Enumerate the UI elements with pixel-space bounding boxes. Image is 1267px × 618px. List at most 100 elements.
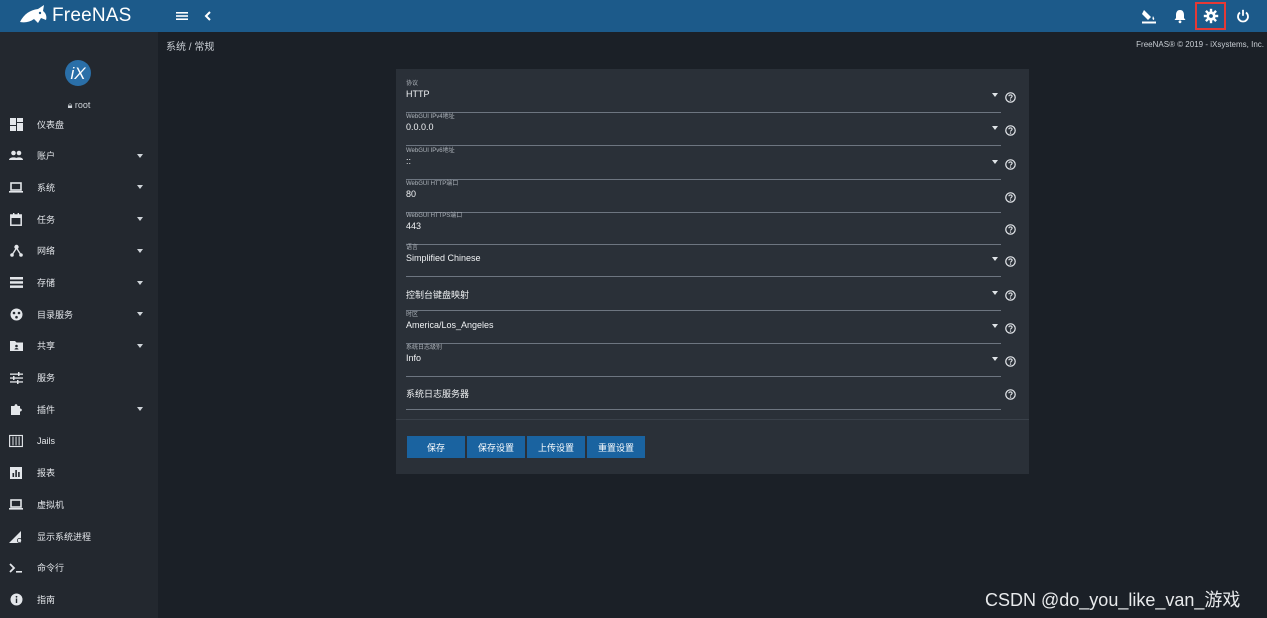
sidebar-item[interactable]: 命令行 [0,554,158,582]
field-value[interactable]: 系统日志服务器 [406,387,469,400]
help-icon[interactable] [1005,157,1016,170]
jail-icon [9,434,23,448]
sidebar-item[interactable]: 网络 [0,237,158,265]
field-label: 语言 [406,245,419,251]
theme-button[interactable] [1137,4,1161,28]
sidebar-item-label: 共享 [37,341,56,352]
field-value[interactable]: 0.0.0.0 [406,122,434,132]
save-button[interactable]: 保存 [407,436,465,458]
menu-toggle-button[interactable] [170,4,194,28]
chevron-down-icon [137,248,143,253]
select-field[interactable]: 协议 HTTP [406,78,1001,113]
laptop-icon [9,180,23,194]
select-field[interactable]: 语言 Simplified Chinese [406,242,1001,277]
dropdown-arrow-icon[interactable] [992,291,998,295]
input-field[interactable]: WebGUI HTTP端口 80 [406,178,1001,213]
chevron-down-icon [137,153,143,158]
sidebar-item-label: 存储 [37,278,56,288]
sidebar-item[interactable]: 服务 [0,364,158,392]
save-config-button[interactable]: 保存设置 [467,436,525,458]
field-value[interactable]: 443 [406,221,421,231]
reset-config-button[interactable]: 重置设置 [587,436,645,458]
sidebar-item[interactable]: 仪表盘 [0,110,158,138]
power-button[interactable] [1231,4,1255,28]
dropdown-arrow-icon[interactable] [992,357,998,361]
chevron-down-icon [137,217,143,222]
notifications-button[interactable] [1168,4,1192,28]
help-icon[interactable] [1005,387,1016,400]
copyright-text: FreeNAS® © 2019 - iXsystems, Inc. [1136,40,1264,49]
freenas-logo[interactable]: FreeNAS [18,3,132,29]
select-field[interactable]: 时区 America/Los_Angeles [406,309,1001,344]
field-value[interactable]: Simplified Chinese [406,253,481,263]
tune-icon [9,371,23,385]
dropdown-arrow-icon[interactable] [992,93,998,97]
sidebar-item[interactable]: 共享 [0,332,158,360]
sidebar-item[interactable]: 账户 [0,142,158,170]
ix-logo-icon: iX [65,60,91,86]
help-icon[interactable] [1005,288,1016,301]
calendar-icon [9,212,23,226]
sidebar-item[interactable]: 系统 [0,173,158,201]
sidebar-item-label: 网络 [37,246,56,257]
field-value[interactable]: HTTP [406,89,430,99]
help-icon[interactable] [1005,90,1016,103]
sidebar-item-label: 目录服务 [37,309,74,320]
dropdown-arrow-icon[interactable] [992,160,998,164]
help-icon[interactable] [1005,190,1016,203]
collapse-sidebar-button[interactable] [196,4,220,28]
select-field[interactable]: WebGUI IPv6地址:: [406,145,1001,180]
theme-icon [1142,10,1156,24]
field-label: WebGUI HTTPS端口 [406,213,463,219]
sidebar-item[interactable]: 指南 [0,586,158,614]
breadcrumb: 系统 / 常规 [166,42,215,53]
sidebar-item-label: 插件 [37,404,56,415]
sidebar-item-label: 命令行 [37,563,65,574]
select-field[interactable]: WebGUI IPv4地址 0.0.0.0 [406,111,1001,146]
sidebar-item[interactable]: 存储 [0,269,158,297]
dropdown-arrow-icon[interactable] [992,257,998,261]
lock-icon: 🔒︎ [67,100,73,110]
input-field[interactable]: WebGUI HTTPS端口 443 [406,210,1001,245]
dropdown-arrow-icon[interactable] [992,126,998,130]
sidebar-item-label: 账户 [37,151,56,162]
sidebar-item-label: 系统 [37,182,56,193]
help-icon[interactable] [1005,321,1016,334]
field-value[interactable]: America/Los_Angeles [406,320,494,330]
field-label: 系统日志级别 [406,345,443,351]
sidebar-item[interactable]: 任务 [0,205,158,233]
dropdown-arrow-icon[interactable] [992,324,998,328]
help-icon[interactable] [1005,123,1016,136]
puzzle-icon [9,402,23,416]
field-value[interactable]: Info [406,353,421,363]
sidebar-item-label: 服务 [37,373,56,384]
field-label: WebGUI IPv4地址 [406,114,455,120]
settings-highlight-box [1195,2,1226,30]
field-value[interactable]: :: [406,156,411,166]
field-value[interactable]: 80 [406,189,416,199]
field-label: 时区 [406,312,419,318]
freenas-shark-icon [20,5,47,23]
sidebar-item[interactable]: 虚拟机 [0,490,158,518]
field-label: WebGUI HTTP端口 [406,181,459,187]
field-label: 协议 [406,81,419,87]
sidebar-item[interactable]: 报表 [0,459,158,487]
help-icon[interactable] [1005,222,1016,235]
field-value[interactable]: 控制台键盘映射 [406,288,469,301]
sidebar-item[interactable]: 插件 [0,395,158,423]
sidebar-item[interactable]: 目录服务 [0,300,158,328]
sidebar-item-label: 虚拟机 [37,499,65,510]
help-icon[interactable] [1005,354,1016,367]
upload-config-button[interactable]: 上传设置 [527,436,585,458]
input-field[interactable]: 系统日志服务器 [406,375,1001,410]
select-field[interactable]: 控制台键盘映射 [406,276,1001,311]
dashboard-icon [9,117,23,131]
vm-icon [9,497,23,511]
help-icon[interactable] [1005,254,1016,267]
select-field[interactable]: 系统日志级别 Info [406,342,1001,377]
sidebar-item[interactable]: 显示系统进程 [0,522,158,550]
sidebar-item[interactable]: Jails [0,427,158,455]
avatar[interactable]: iX [58,56,98,90]
sidebar-item-label: 显示系统进程 [37,531,92,542]
username: root [74,100,91,110]
